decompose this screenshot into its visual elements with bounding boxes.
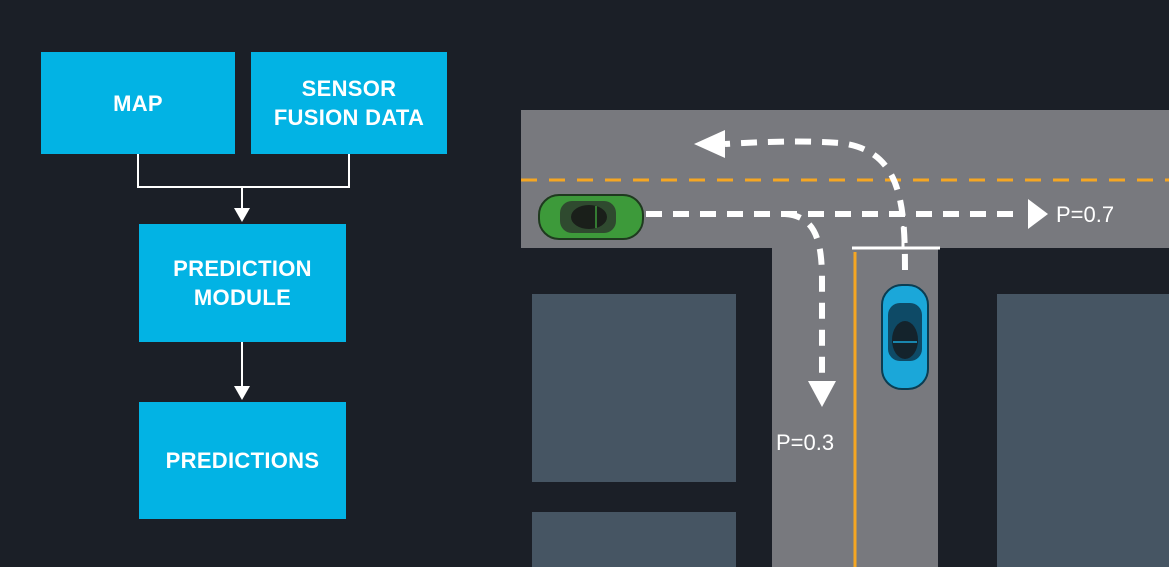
blue-car [881,284,929,390]
road-scene: P=0.7 P=0.3 [137,110,1169,567]
turn-probability-label: P=0.3 [776,430,834,455]
building-block [997,294,1169,567]
straight-probability-label: P=0.7 [1056,202,1114,227]
green-car [538,194,644,240]
connector-map-sensor [137,154,350,188]
building-block [532,512,736,567]
arrowhead-to-predictions [234,386,250,400]
arrowhead-to-module [234,208,250,222]
building-block [532,294,736,482]
diagram-canvas: MAP SENSOR FUSION DATA PREDICTION MODULE… [0,0,1169,567]
flow-connectors [137,154,350,388]
